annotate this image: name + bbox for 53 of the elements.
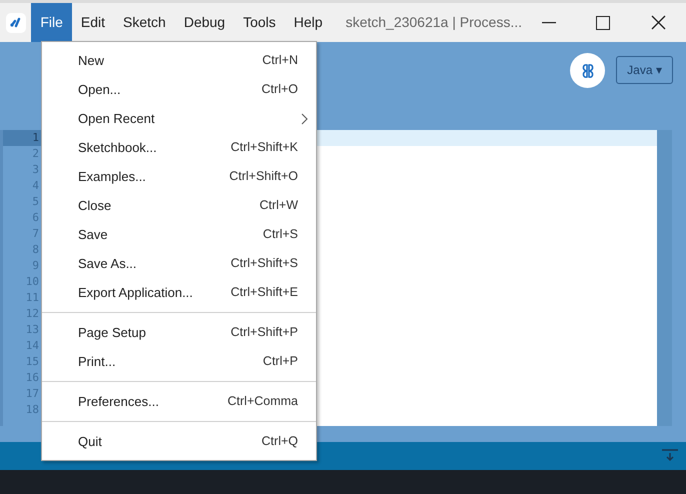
shortcut-label: Ctrl+P [262,353,298,370]
menu-entry[interactable]: Preferences... Ctrl+Comma [42,387,316,416]
menu-entry-label: Page Setup [78,324,146,342]
collapse-console-icon[interactable] [662,449,678,462]
menu-entry-label: Examples... [78,168,146,186]
shortcut-label: Ctrl+Shift+O [229,168,298,186]
shortcut-label: Ctrl+S [262,226,298,244]
close-icon [650,15,666,30]
menu-item[interactable]: Debug [174,3,234,42]
menu-entry-label: Export Application... [78,284,193,302]
debug-button[interactable] [570,53,605,88]
menu-entry-label: Save [78,226,108,244]
shortcut-label: Ctrl+Shift+S [230,255,298,272]
menu-entry[interactable]: Print... Ctrl+P [42,347,316,376]
menu-item[interactable]: File [31,3,72,42]
shortcut-label: Ctrl+O [262,81,298,98]
menu-entry-label: Quit [78,432,102,451]
menu-entry-label: Open Recent [78,110,155,128]
menu-entry[interactable]: Save As... Ctrl+Shift+S [42,249,316,278]
maximize-icon [596,16,610,30]
menu-entry-label: New [78,52,104,70]
menu-entry[interactable]: Examples... Ctrl+Shift+O [42,162,316,191]
menu-entry[interactable]: Open Recent [42,104,316,133]
menu-entry[interactable]: New Ctrl+N [42,46,316,75]
shortcut-label: Ctrl+Shift+K [230,139,298,156]
mode-dropdown[interactable]: Java ▾ [616,56,673,84]
menu-item[interactable]: Help [284,3,332,42]
menu-entry[interactable]: Export Application... Ctrl+Shift+E [42,278,316,307]
menu-entry[interactable]: Quit Ctrl+Q [42,427,316,456]
menu-entry[interactable]: Open... Ctrl+O [42,75,316,104]
shortcut-label: Ctrl+W [259,197,298,214]
menu-entry-label: Preferences... [78,392,159,411]
menu-entry[interactable]: Save Ctrl+S [42,220,316,249]
menu-item[interactable]: Sketch [114,3,175,42]
app-logo-icon [6,12,26,32]
minimize-icon [542,22,556,24]
menu-entry[interactable]: Page Setup Ctrl+Shift+P [42,318,316,347]
menu-entry-label: Print... [78,352,116,371]
menu-entry[interactable]: Sketchbook... Ctrl+Shift+K [42,133,316,162]
window-title: sketch_230621a | Process... [346,13,522,32]
menu-entry-label: Sketchbook... [78,138,157,157]
menu-item[interactable]: Edit [72,3,114,42]
shortcut-label: Ctrl+Q [262,433,298,450]
shortcut-label: Ctrl+N [262,52,298,70]
menu-entry-label: Close [78,196,112,215]
menu-entry-label: Save As... [78,254,137,273]
shortcut-label: Ctrl+Comma [228,393,298,410]
menu-item[interactable]: Tools [234,3,285,42]
line-number: 1 [3,130,41,146]
shortcut-label: Ctrl+Shift+E [230,284,298,302]
shortcut-label: Ctrl+Shift+P [230,324,298,342]
menu-entry-label: Open... [78,80,121,99]
menu-entry[interactable]: Close Ctrl+W [42,191,316,220]
